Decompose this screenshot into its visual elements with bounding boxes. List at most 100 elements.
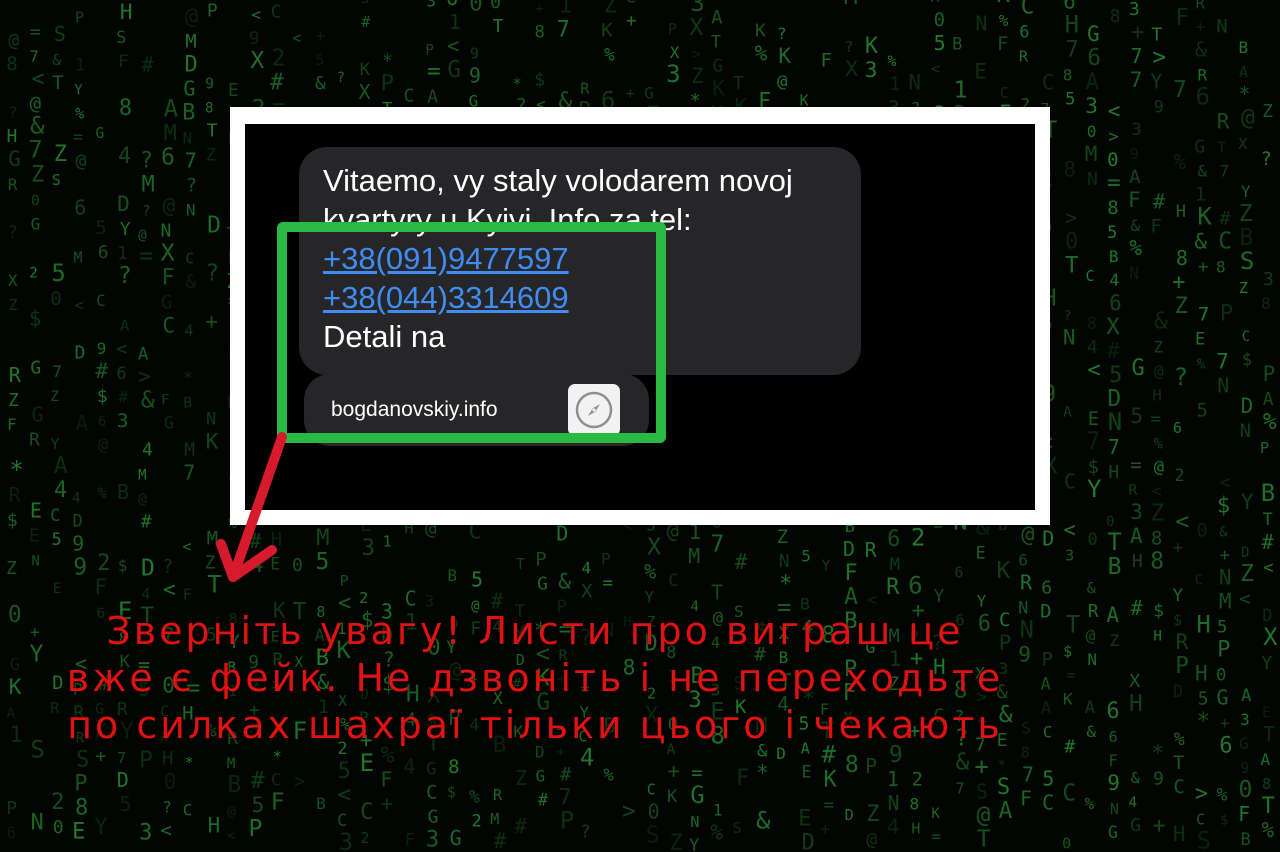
svg-text:Z: Z: [515, 766, 527, 790]
warning-text: Зверніть увагу! Листи про виграш це вже …: [20, 608, 1050, 749]
svg-text:%: %: [1129, 236, 1142, 260]
svg-text:5: 5: [934, 31, 946, 55]
svg-text:M: M: [890, 555, 900, 575]
svg-text:&: &: [1154, 308, 1168, 334]
svg-text:?: ?: [844, 38, 853, 56]
svg-text:?: ?: [8, 103, 18, 122]
svg-text:A: A: [1086, 70, 1099, 95]
svg-text:#: #: [1219, 208, 1231, 230]
svg-text:P: P: [601, 549, 611, 568]
svg-text:F: F: [1020, 787, 1032, 811]
svg-text:7: 7: [30, 47, 39, 65]
svg-text:C: C: [271, 771, 281, 791]
svg-text:9: 9: [97, 339, 107, 358]
svg-text:<: <: [182, 538, 191, 556]
svg-text:0: 0: [1087, 530, 1097, 550]
svg-text:#: #: [1064, 737, 1075, 758]
svg-text:H: H: [1108, 462, 1119, 483]
svg-text:&: &: [1131, 769, 1140, 787]
svg-text:C: C: [360, 800, 373, 825]
svg-text:E: E: [75, 0, 85, 2]
svg-text:>: >: [622, 798, 636, 824]
svg-text:6: 6: [98, 242, 109, 263]
svg-text:K: K: [601, 19, 613, 41]
svg-text:4: 4: [1129, 795, 1137, 811]
svg-text:Z: Z: [669, 831, 682, 852]
svg-text:=: =: [73, 127, 83, 147]
svg-text:5: 5: [51, 530, 61, 550]
svg-text:T: T: [711, 581, 723, 605]
svg-text:*: *: [273, 748, 282, 766]
svg-text:<: <: [1263, 558, 1273, 578]
svg-text:*: *: [1238, 82, 1250, 106]
svg-text:3: 3: [1263, 269, 1274, 290]
svg-text:$: $: [1242, 350, 1252, 370]
svg-text:<: <: [292, 29, 301, 47]
svg-text:0: 0: [1087, 122, 1097, 141]
svg-text:+: +: [1131, 20, 1144, 45]
svg-text:G: G: [161, 291, 172, 313]
svg-text:$: $: [1217, 494, 1230, 519]
svg-text:5: 5: [1198, 688, 1209, 709]
svg-text:B: B: [227, 772, 241, 798]
svg-text:C: C: [625, 0, 636, 7]
svg-text:G: G: [1108, 823, 1118, 843]
svg-text:%: %: [1085, 794, 1095, 813]
svg-text:5: 5: [1107, 223, 1117, 243]
svg-text:H: H: [120, 0, 133, 24]
svg-text:?: ?: [162, 797, 172, 816]
svg-text:4: 4: [403, 754, 415, 778]
svg-text:+: +: [626, 10, 637, 31]
svg-text:M: M: [1085, 142, 1098, 166]
svg-text:P: P: [425, 43, 433, 59]
svg-text:X: X: [161, 240, 175, 266]
svg-text:F: F: [161, 392, 169, 408]
svg-text:#: #: [95, 359, 108, 383]
svg-text:H: H: [911, 819, 920, 837]
svg-text:<: <: [249, 0, 260, 1]
svg-text:*: *: [1196, 708, 1210, 734]
svg-text:F: F: [7, 415, 17, 434]
svg-text:$: $: [1063, 643, 1072, 661]
svg-text:A: A: [1241, 686, 1251, 706]
svg-text:G: G: [10, 655, 20, 675]
svg-text:A: A: [1261, 750, 1271, 769]
svg-text:Y: Y: [1150, 69, 1162, 93]
svg-text:G: G: [426, 760, 436, 780]
svg-text:3: 3: [426, 828, 439, 852]
svg-text:T: T: [52, 72, 63, 94]
svg-text:C: C: [1042, 790, 1054, 814]
svg-text:&: &: [1130, 216, 1140, 235]
svg-text:%: %: [1262, 818, 1275, 842]
svg-text:M: M: [227, 756, 235, 772]
svg-text:4: 4: [1108, 0, 1117, 2]
svg-text:6: 6: [98, 414, 106, 430]
svg-text:=: =: [1150, 408, 1161, 429]
svg-text:#: #: [118, 388, 129, 408]
svg-text:8: 8: [205, 101, 213, 117]
svg-text:#: #: [249, 529, 261, 553]
svg-text:C: C: [96, 291, 106, 310]
svg-text:N: N: [779, 551, 790, 572]
svg-text:F: F: [821, 49, 832, 71]
svg-text:=: =: [1107, 170, 1121, 196]
svg-text:8: 8: [1176, 246, 1188, 270]
svg-text:%: %: [75, 104, 84, 122]
svg-text:C: C: [403, 85, 414, 106]
svg-text:C: C: [162, 313, 175, 337]
svg-text:E: E: [29, 525, 40, 546]
svg-text:Z: Z: [50, 389, 58, 405]
svg-text:5: 5: [338, 759, 351, 784]
svg-text:D: D: [843, 537, 855, 561]
svg-text:+: +: [535, 0, 544, 18]
svg-text:C: C: [426, 782, 437, 804]
svg-text:B: B: [952, 34, 962, 54]
svg-text:4: 4: [54, 478, 67, 503]
svg-text:K: K: [712, 77, 725, 101]
svg-text:8: 8: [448, 756, 459, 778]
svg-text:G: G: [1217, 686, 1229, 710]
svg-text:>: >: [1108, 127, 1118, 147]
svg-text:<: <: [1219, 472, 1230, 494]
svg-text:P: P: [248, 816, 262, 842]
svg-text:=: =: [931, 827, 941, 846]
